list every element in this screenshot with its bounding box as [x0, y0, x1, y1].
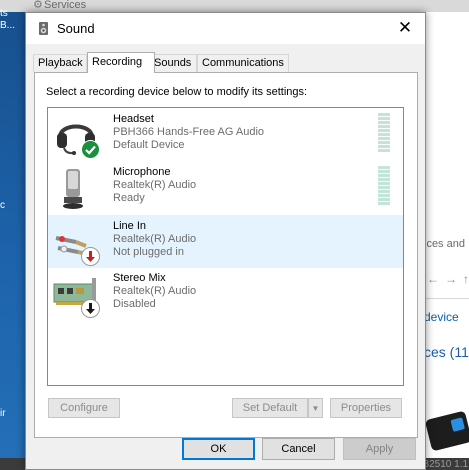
device-item-stereo-mix[interactable]: Stereo Mix Realtek(R) Audio Disabled [48, 268, 403, 320]
chevron-down-icon: ▼ [311, 404, 320, 413]
device-name: Line In [113, 220, 147, 232]
device-item-headset[interactable]: Headset PBH366 Hands-Free AG Audio Defau… [48, 109, 403, 161]
disabled-arrow-badge-icon [81, 299, 100, 318]
microphone-icon [63, 169, 83, 209]
background-device-link[interactable]: device [424, 310, 459, 324]
background-text-snippet: ts [0, 8, 8, 19]
device-status: Not plugged in [113, 246, 184, 258]
device-name: Microphone [113, 166, 171, 178]
background-window-title: Services [44, 0, 87, 11]
device-status: Default Device [113, 139, 185, 151]
background-text-snippet: B... [0, 20, 16, 31]
background-devices-text: ices and [424, 238, 465, 250]
checkmark-badge-icon [81, 140, 100, 159]
device-driver: Realtek(R) Audio [113, 233, 197, 245]
properties-button[interactable]: Properties [330, 398, 402, 418]
level-meter [378, 113, 390, 156]
apply-button[interactable]: Apply [343, 438, 416, 460]
device-driver: Realtek(R) Audio [113, 179, 197, 191]
instructions-text: Select a recording device below to modif… [46, 86, 308, 98]
tab-sounds[interactable]: Sounds [149, 54, 197, 72]
tab-playback[interactable]: Playback [33, 54, 87, 72]
background-divider [424, 298, 469, 299]
set-default-dropdown-button[interactable]: ▼ [308, 398, 323, 418]
background-devices-heading: ces (11 [424, 344, 469, 360]
device-item-microphone[interactable]: Microphone Realtek(R) Audio Ready [48, 162, 403, 214]
device-status: Disabled [113, 298, 156, 310]
services-gear-icon: ⚙ [33, 0, 43, 11]
device-name: Headset [113, 113, 154, 125]
tab-communications[interactable]: Communications [197, 54, 289, 72]
background-text-snippet: c [0, 200, 5, 211]
set-default-button[interactable]: Set Default [232, 398, 308, 418]
sound-dialog: Sound ✕ Playback Recording Sounds Commun… [25, 12, 426, 470]
unplugged-arrow-badge-icon [81, 247, 100, 266]
dialog-title: Sound [57, 21, 95, 36]
device-name: Stereo Mix [113, 272, 166, 284]
device-item-line-in[interactable]: Line In Realtek(R) Audio Not plugged in [48, 215, 403, 268]
recording-device-list[interactable]: Headset PBH366 Hands-Free AG Audio Defau… [47, 107, 404, 386]
recording-tab-panel: Select a recording device below to modif… [34, 72, 418, 438]
speaker-icon [39, 22, 48, 35]
cancel-button[interactable]: Cancel [262, 438, 335, 460]
close-button[interactable]: ✕ [385, 13, 425, 44]
ok-button[interactable]: OK [182, 438, 255, 460]
device-status: Ready [113, 192, 145, 204]
dialog-titlebar[interactable]: Sound ✕ [26, 13, 425, 44]
tab-recording[interactable]: Recording [87, 52, 155, 73]
device-driver: PBH366 Hands-Free AG Audio [113, 126, 265, 138]
close-icon: ✕ [397, 18, 413, 37]
configure-button[interactable]: Configure [48, 398, 120, 418]
background-text-snippet: ir [0, 408, 6, 419]
background-nav-arrows-icon: ←→↑ [427, 272, 469, 286]
device-driver: Realtek(R) Audio [113, 285, 197, 297]
level-meter [378, 166, 390, 209]
